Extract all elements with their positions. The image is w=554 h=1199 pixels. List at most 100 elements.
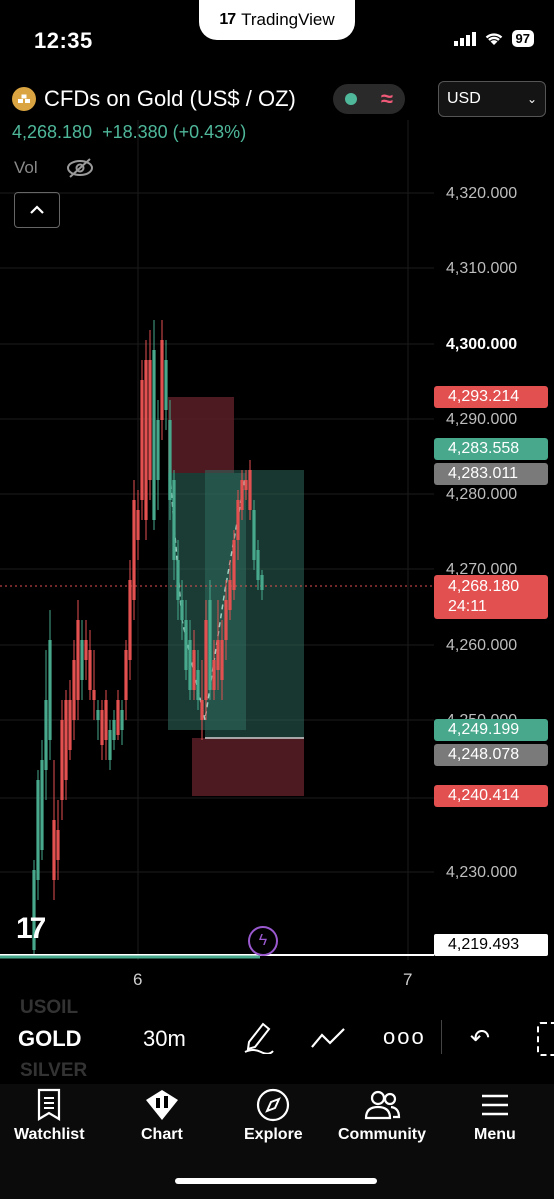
undo-icon[interactable]: ↶ — [470, 1024, 490, 1053]
candle-body — [56, 830, 60, 860]
price-tick: 4,290.000 — [446, 411, 518, 428]
people-icon — [364, 1090, 401, 1120]
interval-selector[interactable]: 30m — [143, 1026, 186, 1052]
collapse-legend-button[interactable] — [14, 192, 60, 228]
entry-tag[interactable]: 4,283.558 — [434, 438, 548, 460]
stop-loss-tag[interactable]: 4,293.214 — [434, 386, 548, 408]
level-tag[interactable]: 4,248.078 — [434, 744, 548, 766]
crosshair-price-tag[interactable]: 4,219.493 — [434, 934, 548, 956]
candle-body — [212, 660, 216, 690]
candle-body — [88, 650, 92, 690]
stop-loss-tag[interactable]: 4,240.414 — [434, 785, 548, 807]
candle-body — [80, 640, 84, 680]
tab-chart[interactable]: Chart — [141, 1088, 183, 1144]
candle-body — [116, 700, 120, 735]
eye-off-icon[interactable] — [66, 157, 94, 179]
vol-label: Vol — [14, 158, 38, 177]
candle-body — [224, 600, 228, 640]
wifi-icon — [485, 33, 502, 45]
time-label: 7 — [403, 970, 413, 989]
candle-body — [92, 690, 96, 700]
lightning-icon[interactable]: ϟ — [248, 926, 278, 956]
last-price: 4,268.180 — [12, 122, 93, 142]
candle-body — [40, 760, 44, 850]
candle-body — [204, 620, 208, 700]
status-time: 12:35 — [34, 28, 93, 53]
current-price-tag[interactable]: 4,268.180 24:11 — [434, 575, 548, 619]
menu-icon — [481, 1094, 508, 1116]
candle-body — [36, 780, 40, 880]
candle-body — [72, 660, 76, 720]
tab-community[interactable]: Community — [338, 1088, 426, 1144]
candle-body — [176, 560, 180, 600]
candle-body — [192, 650, 196, 690]
price-tick: 4,230.000 — [446, 864, 518, 881]
drawing-pen-icon[interactable] — [243, 1020, 275, 1054]
candle-body — [96, 710, 100, 720]
level-tag[interactable]: 4,283.011 — [434, 463, 548, 485]
candle-body — [100, 710, 104, 745]
currency-value: USD — [447, 90, 481, 107]
candle-body — [172, 480, 176, 560]
symbol-previous[interactable]: USOIL — [20, 997, 78, 1019]
candle-body — [184, 620, 188, 670]
candle-body — [196, 670, 200, 700]
market-status-pill[interactable]: ≈ — [333, 84, 405, 114]
candle-body — [148, 360, 152, 480]
battery-indicator: 97 — [511, 30, 534, 47]
candle-body — [60, 720, 64, 800]
status-icons: 97 — [453, 30, 534, 47]
currency-select[interactable]: USD ⌄ — [438, 81, 546, 117]
candle-body — [164, 360, 168, 410]
candle-body — [208, 600, 212, 690]
candle-body — [256, 550, 260, 580]
more-options-icon[interactable]: ooo — [383, 1024, 426, 1050]
candle-body — [64, 700, 68, 780]
price-tick: 4,300.000 — [446, 336, 518, 353]
candle-body — [76, 620, 80, 700]
chevron-down-icon: ⌄ — [526, 92, 537, 106]
indicators-icon[interactable] — [310, 1025, 346, 1051]
tab-watchlist[interactable]: Watchlist — [14, 1088, 85, 1144]
candle-body — [180, 600, 184, 620]
app-label: TradingView — [241, 10, 335, 29]
candle-body — [52, 820, 56, 880]
fullscreen-icon[interactable] — [537, 1022, 554, 1056]
tab-menu[interactable]: Menu — [474, 1088, 516, 1144]
candle-body — [124, 650, 128, 700]
candle-body — [160, 340, 164, 420]
tab-label: Chart — [141, 1126, 183, 1143]
candle-body — [44, 700, 48, 770]
tab-label: Explore — [244, 1126, 303, 1143]
price-change: +18.380 (+0.43%) — [102, 122, 247, 142]
chevron-up-icon — [30, 205, 44, 214]
candle-body — [136, 510, 140, 540]
price-tick: 4,280.000 — [446, 486, 518, 503]
symbol-next[interactable]: SILVER — [20, 1060, 87, 1082]
chart-icon — [145, 1090, 178, 1120]
volume-legend: Vol — [14, 157, 94, 179]
tab-label: Community — [338, 1126, 426, 1143]
price-tick: 4,310.000 — [446, 260, 518, 277]
price-summary: 4,268.180 +18.380 (+0.43%) — [12, 122, 246, 143]
candle-body — [260, 575, 264, 590]
candle-body — [120, 710, 124, 730]
tab-label: Watchlist — [14, 1126, 85, 1143]
symbol-current[interactable]: GOLD — [18, 1026, 82, 1052]
candle-body — [112, 720, 116, 740]
current-price-value: 4,268.180 — [448, 578, 520, 595]
candle-body — [252, 510, 256, 560]
bookmark-icon — [38, 1088, 61, 1121]
short-stop-zone — [168, 397, 234, 473]
candle-body — [144, 360, 148, 520]
symbol-title: CFDs on Gold (US$ / OZ) — [44, 86, 296, 111]
symbol-header[interactable]: CFDs on Gold (US$ / OZ) — [12, 86, 296, 112]
candle-body — [68, 700, 72, 750]
candle-body — [228, 580, 232, 610]
candle-body — [244, 480, 248, 490]
entry-tag[interactable]: 4,249.199 — [434, 719, 548, 741]
candle-body — [168, 420, 172, 500]
tradingview-logo-icon: 17 — [219, 11, 236, 28]
tab-explore[interactable]: Explore — [244, 1088, 303, 1144]
candle-body — [236, 500, 240, 540]
